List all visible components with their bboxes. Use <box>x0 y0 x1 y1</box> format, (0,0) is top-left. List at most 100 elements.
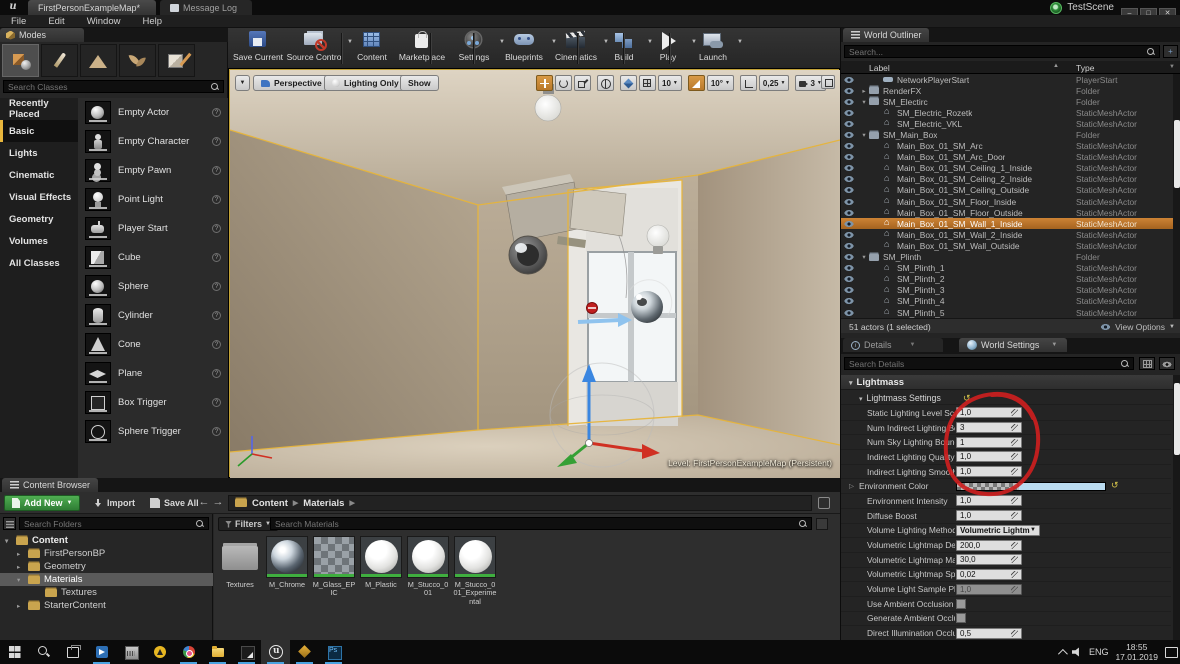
property-value-field[interactable]: 3▼ <box>956 422 1022 434</box>
taskbar-app-button[interactable] <box>29 640 58 664</box>
category-item[interactable]: Geometry <box>0 208 78 230</box>
visibility-eye-icon[interactable] <box>844 286 854 295</box>
maximize-viewport-button[interactable] <box>821 75 835 89</box>
visibility-eye-icon[interactable] <box>844 275 854 284</box>
grid-snap-button[interactable] <box>639 75 656 91</box>
reset-to-default-icon[interactable]: ↺ <box>963 393 971 404</box>
outliner-row[interactable]: Main_Box_01_SM_Wall_Outside StaticMeshAc… <box>841 239 1173 251</box>
visibility-eye-icon[interactable] <box>844 131 854 140</box>
mode-place-button[interactable] <box>2 44 39 77</box>
menu-item[interactable]: Help <box>131 16 173 27</box>
add-new-button[interactable]: Add New ▼ <box>4 495 81 511</box>
placeable-class-row[interactable]: Sphere Trigger ? <box>78 417 228 446</box>
folder-tree-row[interactable]: Content <box>0 534 213 547</box>
toolbar-button[interactable]: Content ▼ <box>350 31 394 66</box>
modes-tab[interactable]: Modes <box>0 28 84 42</box>
outliner-scrollbar[interactable] <box>1173 74 1180 318</box>
dropdown-caret-icon[interactable]: ▼ <box>737 39 743 45</box>
toolbar-button[interactable]: Marketplace ▼ <box>396 31 448 66</box>
placeable-class-row[interactable]: Cylinder ? <box>78 301 228 330</box>
visibility-eye-icon[interactable] <box>844 219 854 228</box>
sort-ascending-icon[interactable]: ▲ <box>1053 63 1059 69</box>
visibility-eye-icon[interactable] <box>844 186 854 195</box>
taskbar-app-button[interactable] <box>87 640 116 664</box>
spinbox-drag-icon[interactable] <box>1011 424 1018 432</box>
visibility-eye-icon[interactable] <box>844 75 854 84</box>
visibility-eye-icon[interactable] <box>844 164 854 173</box>
spinbox-drag-icon[interactable] <box>1011 570 1018 578</box>
visibility-eye-icon[interactable] <box>844 153 854 162</box>
folder-tree-row[interactable]: Geometry <box>0 560 213 573</box>
outliner-row[interactable]: Main_Box_01_SM_Wall_2_Inside StaticMeshA… <box>841 228 1173 240</box>
rotation-snap-button[interactable] <box>687 75 705 91</box>
scale-snap-value[interactable]: 0,25 ▼ <box>758 75 790 91</box>
property-value-field[interactable]: 1,0▼ <box>956 583 1022 595</box>
asset-tile[interactable]: M_Chrome <box>265 536 309 616</box>
world-outliner-tab[interactable]: World Outliner <box>843 28 930 42</box>
toolbar-button[interactable]: Source Control ▼ <box>286 31 353 66</box>
outliner-row[interactable]: SM_Plinth_4 StaticMeshActor <box>841 295 1173 307</box>
folder-tree-row[interactable]: StarterContent <box>0 599 213 612</box>
toolbar-button[interactable]: Settings ▼ <box>452 31 505 66</box>
visibility-eye-icon[interactable] <box>844 208 854 217</box>
spinbox-drag-icon[interactable] <box>1011 453 1018 461</box>
spinbox-drag-icon[interactable] <box>1011 409 1018 417</box>
breadcrumb-root[interactable]: Content <box>252 498 288 509</box>
save-search-button[interactable] <box>816 518 828 530</box>
outliner-row[interactable]: SM_Plinth_2 StaticMeshActor <box>841 273 1173 285</box>
outliner-row[interactable]: Main_Box_01_SM_Ceiling_1_Inside StaticMe… <box>841 162 1173 174</box>
rotate-tool-button[interactable] <box>555 75 572 91</box>
visibility-eye-icon[interactable] <box>844 175 854 184</box>
surface-snap-button[interactable] <box>620 75 637 91</box>
world-local-toggle[interactable] <box>597 75 614 91</box>
move-tool-button[interactable] <box>536 75 553 91</box>
property-value-field[interactable]: 1,0▼ <box>956 466 1022 478</box>
property-value-field[interactable]: 1,0▼ <box>956 451 1022 463</box>
help-icon[interactable]: ? <box>212 195 221 204</box>
placeable-class-row[interactable]: Empty Pawn ? <box>78 156 228 185</box>
help-icon[interactable]: ? <box>212 166 221 175</box>
property-value-field[interactable]: 1,0▼ <box>956 510 1022 522</box>
help-icon[interactable]: ? <box>212 253 221 262</box>
taskbar-app-button[interactable] <box>58 640 87 664</box>
category-item[interactable]: Visual Effects <box>0 186 78 208</box>
folder-tree-row[interactable]: Textures <box>0 586 213 599</box>
outliner-row[interactable]: SM_Plinth_5 StaticMeshActor <box>841 306 1173 318</box>
taskbar-app-button[interactable] <box>290 640 319 664</box>
asset-tile[interactable]: M_Stucco_001_Experimental <box>453 536 497 616</box>
taskbar-app-button[interactable] <box>174 640 203 664</box>
filters-button[interactable]: Filters ▼ <box>218 517 278 531</box>
visibility-eye-icon[interactable] <box>844 308 854 317</box>
placeable-class-row[interactable]: Empty Character ? <box>78 127 228 156</box>
property-value-field[interactable]: 0,5▼ <box>956 627 1022 639</box>
visibility-eye-icon[interactable] <box>844 197 854 206</box>
settings-search-input[interactable] <box>849 358 1120 369</box>
outliner-row[interactable]: Main_Box_01_SM_Floor_Outside StaticMeshA… <box>841 206 1173 218</box>
menu-item[interactable]: Edit <box>37 16 75 27</box>
menu-item[interactable]: File <box>0 16 37 27</box>
category-item[interactable]: All Classes <box>0 252 78 274</box>
spinbox-drag-icon[interactable] <box>1011 497 1018 505</box>
outliner-search-input[interactable] <box>849 46 1146 57</box>
color-swatch[interactable] <box>956 481 1106 491</box>
help-icon[interactable]: ? <box>212 282 221 291</box>
expander-icon[interactable] <box>17 576 24 584</box>
help-icon[interactable]: ? <box>212 311 221 320</box>
visibility-eye-icon[interactable] <box>844 297 854 306</box>
help-icon[interactable]: ? <box>212 427 221 436</box>
asset-thumbnail[interactable] <box>360 536 402 578</box>
clock[interactable]: 18:55 17.01.2019 <box>1115 642 1158 662</box>
type-column-header[interactable]: Type <box>1076 63 1094 73</box>
spinbox-drag-icon[interactable] <box>1011 438 1018 446</box>
outliner-row[interactable]: SM_Main_Box Folder <box>841 129 1173 140</box>
taskbar-app-button[interactable] <box>232 640 261 664</box>
notification-center-icon[interactable] <box>1165 646 1178 658</box>
outliner-row[interactable]: Main_Box_01_SM_Floor_Inside StaticMeshAc… <box>841 195 1173 207</box>
help-icon[interactable]: ? <box>212 369 221 378</box>
details-tab[interactable]: i Details ▼ <box>843 338 943 352</box>
visibility-eye-icon[interactable] <box>844 253 854 262</box>
toolbar-button[interactable]: Launch ▼ <box>692 31 743 66</box>
asset-tile[interactable]: M_Glass_EPIC <box>312 536 356 616</box>
expander-icon[interactable] <box>860 87 868 95</box>
asset-thumbnail[interactable] <box>454 536 496 578</box>
